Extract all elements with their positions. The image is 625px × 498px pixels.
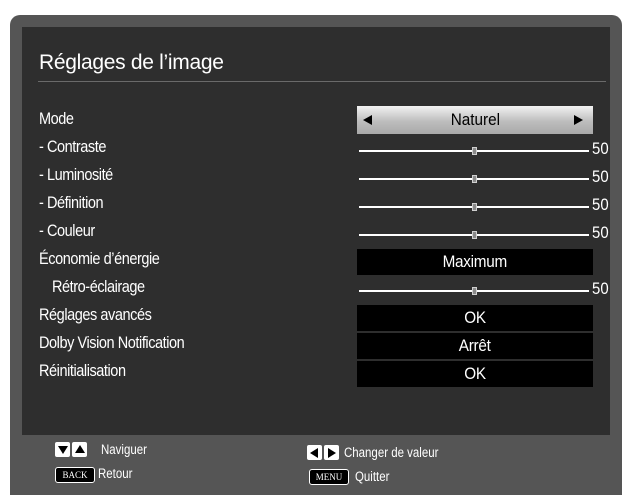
energy-saving-label: Économie d’énergie	[39, 250, 160, 268]
arrow-down-icon	[55, 442, 70, 457]
color-slider-thumb[interactable]	[472, 231, 477, 239]
title-divider	[38, 81, 606, 82]
contrast-slider[interactable]	[359, 147, 589, 155]
mode-label: Mode	[39, 110, 74, 128]
contrast-slider-thumb[interactable]	[472, 147, 477, 155]
contrast-label: - Contraste	[39, 138, 106, 156]
row-reset[interactable]: Réinitialisation OK	[39, 361, 599, 388]
sharpness-slider-thumb[interactable]	[472, 203, 477, 211]
page-title: Réglages de l’image	[39, 51, 224, 74]
brightness-slider[interactable]	[359, 175, 589, 183]
reset-button-text: OK	[464, 364, 486, 383]
row-sharpness[interactable]: - Définition 50	[39, 194, 609, 220]
back-hint: Retour	[98, 466, 133, 481]
arrow-left-icon[interactable]	[363, 115, 372, 125]
change-value-hint: Changer de valeur	[344, 445, 439, 460]
dolby-vision-value[interactable]: Arrêt	[357, 333, 593, 359]
sharpness-value: 50	[592, 195, 609, 214]
brightness-value: 50	[592, 167, 609, 186]
reset-button[interactable]: OK	[357, 361, 593, 387]
color-slider[interactable]	[359, 231, 589, 239]
arrow-right-icon	[324, 445, 339, 460]
menu-key-icon: MENU	[309, 469, 349, 485]
menu-content: Réglages de l’image Mode Naturel - Contr…	[22, 27, 610, 435]
contrast-value: 50	[592, 139, 609, 158]
dolby-vision-label: Dolby Vision Notification	[39, 334, 185, 352]
backlight-slider[interactable]	[359, 287, 589, 295]
row-contrast[interactable]: - Contraste 50	[39, 138, 609, 164]
row-dolby-vision-notification[interactable]: Dolby Vision Notification Arrêt	[39, 333, 599, 360]
arrow-right-icon[interactable]	[574, 115, 583, 125]
backlight-value: 50	[592, 279, 609, 298]
help-footer: Naviguer Changer de valeur BACK Retour M…	[10, 435, 622, 495]
energy-saving-value[interactable]: Maximum	[357, 249, 593, 275]
back-key-icon: BACK	[55, 467, 95, 483]
mode-selector[interactable]: Naturel	[357, 106, 593, 134]
quit-hint: Quitter	[355, 469, 390, 484]
row-mode[interactable]: Mode Naturel	[39, 106, 599, 136]
row-color[interactable]: - Couleur 50	[39, 222, 609, 248]
arrow-left-icon	[307, 445, 322, 460]
mode-value: Naturel	[450, 110, 500, 129]
advanced-settings-label: Réglages avancés	[39, 306, 152, 324]
brightness-slider-thumb[interactable]	[472, 175, 477, 183]
color-label: - Couleur	[39, 222, 95, 240]
dolby-vision-value-text: Arrêt	[459, 336, 491, 355]
sharpness-slider[interactable]	[359, 203, 589, 211]
color-value: 50	[592, 223, 609, 242]
arrow-up-icon	[72, 442, 87, 457]
row-advanced-settings[interactable]: Réglages avancés OK	[39, 305, 599, 332]
row-backlight[interactable]: Rétro-éclairage 50	[39, 278, 609, 304]
row-brightness[interactable]: - Luminosité 50	[39, 166, 609, 192]
reset-label: Réinitialisation	[39, 362, 126, 380]
row-energy-saving[interactable]: Économie d’énergie Maximum	[39, 249, 599, 276]
energy-saving-value-text: Maximum	[442, 252, 508, 271]
picture-settings-window: Réglages de l’image Mode Naturel - Contr…	[10, 15, 622, 495]
advanced-settings-button[interactable]: OK	[357, 305, 593, 331]
brightness-label: - Luminosité	[39, 166, 113, 184]
sharpness-label: - Définition	[39, 194, 104, 212]
navigate-hint: Naviguer	[101, 442, 147, 457]
advanced-settings-button-text: OK	[464, 308, 486, 327]
backlight-slider-thumb[interactable]	[472, 287, 477, 295]
backlight-label: Rétro-éclairage	[52, 278, 145, 296]
